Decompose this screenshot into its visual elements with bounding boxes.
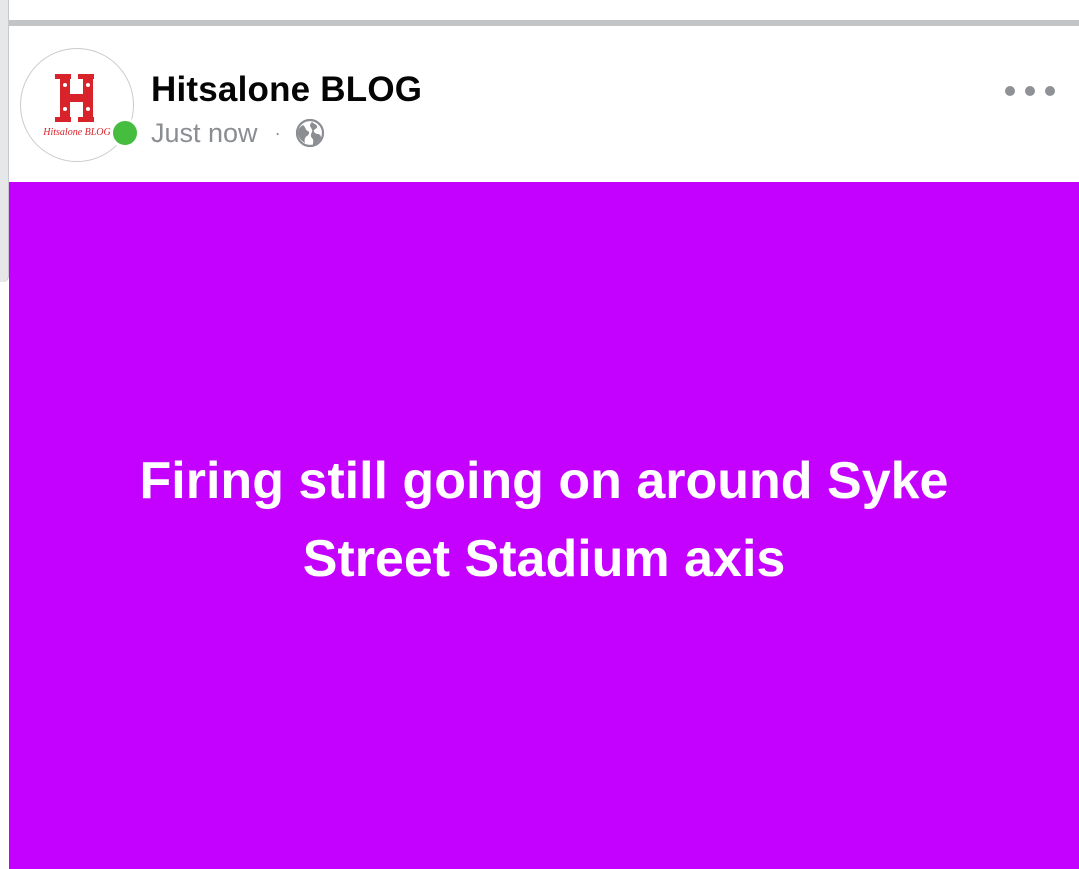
page-name[interactable]: Hitsalone BLOG: [151, 70, 422, 110]
more-options-dot: [1045, 86, 1055, 96]
more-options-button[interactable]: [1005, 76, 1055, 106]
meta-separator: ·: [274, 123, 281, 143]
post-meta: Just now ·: [151, 115, 325, 151]
post-text: Firing still going on around Syke Street…: [139, 451, 949, 588]
post-screenshot: Hitsalone BLOG Hitsalone BLOG Just now ·…: [0, 0, 1079, 869]
more-options-icon: [1005, 86, 1015, 96]
post-content[interactable]: Firing still going on around Syke Street…: [9, 182, 1079, 869]
left-panel-edge: [0, 0, 9, 282]
post-header: Hitsalone BLOG Hitsalone BLOG Just now ·: [9, 26, 1079, 182]
more-options-dot: [1025, 86, 1035, 96]
online-status-indicator: [110, 118, 140, 148]
svg-text:Hitsalone BLOG: Hitsalone BLOG: [42, 127, 111, 138]
timestamp[interactable]: Just now: [151, 118, 258, 149]
globe-icon[interactable]: [295, 118, 325, 148]
